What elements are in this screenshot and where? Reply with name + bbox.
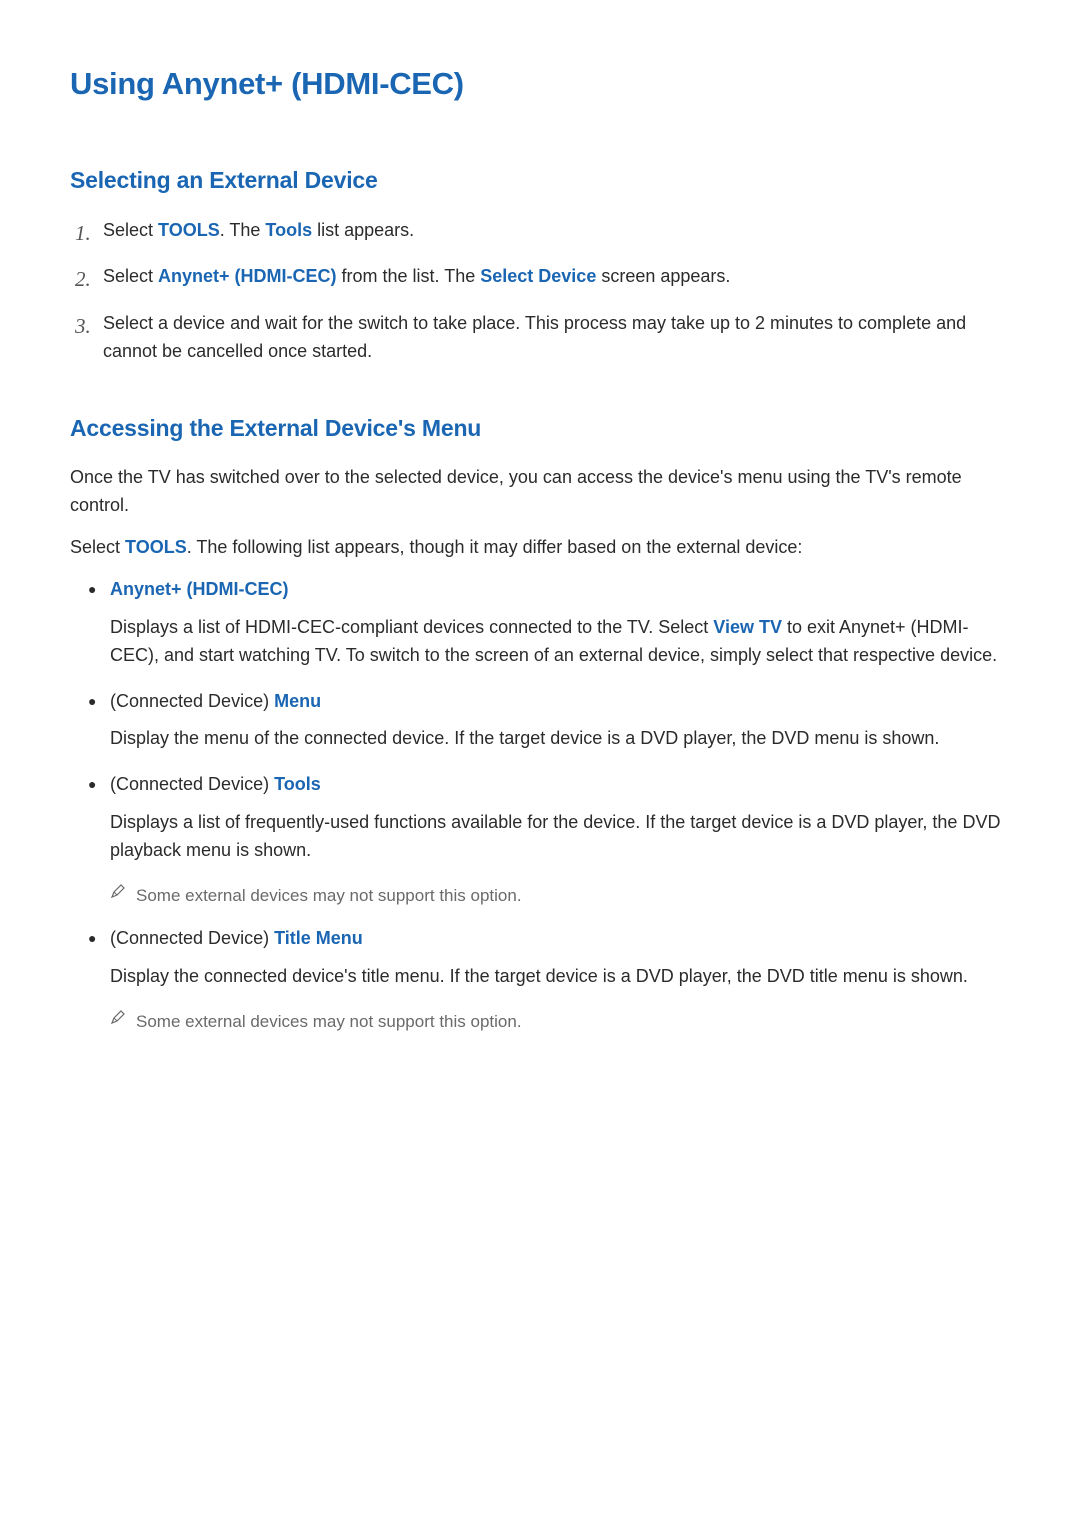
text: Display the menu of the connected device… — [110, 728, 939, 748]
text: Select — [103, 220, 158, 240]
text: from the list. The — [337, 266, 481, 286]
highlight-tools: TOOLS — [158, 220, 220, 240]
pencil-icon — [110, 883, 136, 899]
list-item-desc: Display the connected device's title men… — [110, 963, 1015, 991]
pencil-icon — [110, 1009, 136, 1025]
list-item: ● (Connected Device) Title Menu Display … — [88, 925, 1015, 1035]
text: . The following list appears, though it … — [187, 537, 803, 557]
bullet-icon: ● — [88, 771, 110, 799]
note: Some external devices may not support th… — [110, 1009, 1015, 1035]
intro-paragraph-2: Select TOOLS. The following list appears… — [70, 534, 1015, 562]
bullet-icon: ● — [88, 576, 110, 604]
step-number: 2. — [75, 263, 103, 296]
text: Select a device and wait for the switch … — [103, 313, 966, 361]
text: screen appears. — [596, 266, 730, 286]
highlight: Title Menu — [274, 928, 363, 948]
step-2: 2. Select Anynet+ (HDMI-CEC) from the li… — [75, 263, 1015, 296]
list-item-title: Anynet+ (HDMI-CEC) — [110, 576, 1015, 604]
list-item: ● (Connected Device) Tools Displays a li… — [88, 771, 1015, 909]
text: Select — [70, 537, 125, 557]
note: Some external devices may not support th… — [110, 883, 1015, 909]
note-text: Some external devices may not support th… — [136, 1009, 1015, 1035]
step-body: Select Anynet+ (HDMI-CEC) from the list.… — [103, 263, 1015, 296]
highlight-anynet: Anynet+ (HDMI-CEC) — [158, 266, 337, 286]
text: (Connected Device) — [110, 928, 274, 948]
list-item: ● (Connected Device) Menu Display the me… — [88, 688, 1015, 754]
list-item-title: (Connected Device) Title Menu — [110, 925, 1015, 953]
step-number: 3. — [75, 310, 103, 366]
intro-paragraph-1: Once the TV has switched over to the sel… — [70, 464, 1015, 520]
highlight-tools-list: Tools — [265, 220, 312, 240]
bullet-icon: ● — [88, 688, 110, 716]
step-body: Select TOOLS. The Tools list appears. — [103, 217, 1015, 250]
text: . The — [220, 220, 266, 240]
step-body: Select a device and wait for the switch … — [103, 310, 1015, 366]
text: list appears. — [312, 220, 414, 240]
text: Displays a list of HDMI-CEC-compliant de… — [110, 617, 713, 637]
highlight-view-tv: View TV — [713, 617, 782, 637]
text: Select — [103, 266, 158, 286]
section-heading-selecting: Selecting an External Device — [70, 163, 1015, 199]
highlight-select-device: Select Device — [480, 266, 596, 286]
highlight: Menu — [274, 691, 321, 711]
section-heading-accessing: Accessing the External Device's Menu — [70, 411, 1015, 447]
highlight: Tools — [274, 774, 321, 794]
text: Display the connected device's title men… — [110, 966, 968, 986]
step-3: 3. Select a device and wait for the swit… — [75, 310, 1015, 366]
list-item-desc: Displays a list of HDMI-CEC-compliant de… — [110, 614, 1015, 670]
step-1: 1. Select TOOLS. The Tools list appears. — [75, 217, 1015, 250]
highlight-tools: TOOLS — [125, 537, 187, 557]
highlight: Anynet+ (HDMI-CEC) — [110, 579, 289, 599]
text: Displays a list of frequently-used funct… — [110, 812, 1000, 860]
list-item-title: (Connected Device) Tools — [110, 771, 1015, 799]
note-text: Some external devices may not support th… — [136, 883, 1015, 909]
page-title: Using Anynet+ (HDMI-CEC) — [70, 60, 1015, 108]
list-item: ● Anynet+ (HDMI-CEC) Displays a list of … — [88, 576, 1015, 670]
bullet-icon: ● — [88, 925, 110, 953]
step-number: 1. — [75, 217, 103, 250]
list-item-desc: Display the menu of the connected device… — [110, 725, 1015, 753]
text: (Connected Device) — [110, 774, 274, 794]
list-item-desc: Displays a list of frequently-used funct… — [110, 809, 1015, 865]
text: (Connected Device) — [110, 691, 274, 711]
list-item-title: (Connected Device) Menu — [110, 688, 1015, 716]
bullet-list-menu: ● Anynet+ (HDMI-CEC) Displays a list of … — [70, 576, 1015, 1036]
ordered-list-selecting: 1. Select TOOLS. The Tools list appears.… — [70, 217, 1015, 366]
